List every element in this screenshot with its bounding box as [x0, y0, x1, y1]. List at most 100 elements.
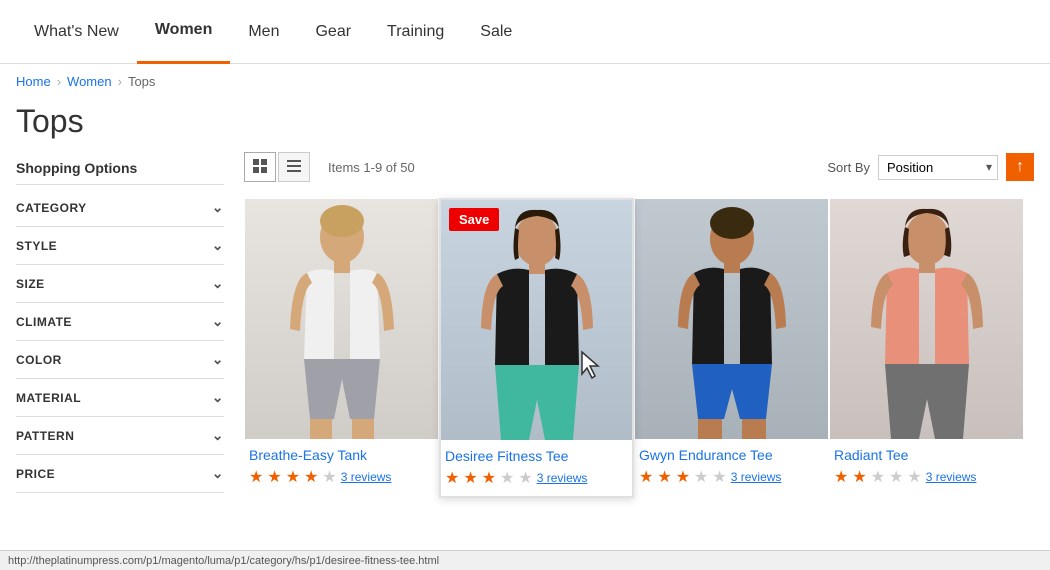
filter-style-label: STYLE	[16, 239, 57, 253]
filter-climate: CLIMATE ⌄	[16, 303, 224, 341]
filter-size-header[interactable]: SIZE ⌄	[16, 265, 224, 302]
stars-1: ★ ★ ★ ★ ★ 3 reviews	[249, 467, 434, 487]
product-info-4: Radiant Tee ★ ★ ★ ★ ★ 3 reviews	[830, 439, 1023, 495]
product-grid: Breathe-Easy Tank ★ ★ ★ ★ ★ 3 reviews Sa…	[244, 198, 1034, 498]
reviews-link-4[interactable]: 3 reviews	[926, 470, 977, 484]
filter-material-label: MATERIAL	[16, 391, 81, 405]
nav-gear[interactable]: Gear	[297, 0, 369, 64]
nav-sale[interactable]: Sale	[462, 0, 530, 64]
filter-price-header[interactable]: PRICE ⌄	[16, 455, 224, 492]
star-3: ★	[871, 467, 885, 487]
items-count: Items 1-9 of 50	[320, 160, 817, 175]
stars-2: ★ ★ ★ ★ ★ 3 reviews	[445, 468, 628, 488]
filter-price-label: PRICE	[16, 467, 55, 481]
filter-size-label: SIZE	[16, 277, 45, 291]
product-name-2[interactable]: Desiree Fitness Tee	[445, 448, 568, 464]
chevron-down-icon: ⌄	[212, 275, 224, 292]
sort-direction-button[interactable]: ↑	[1006, 153, 1034, 181]
filter-material: MATERIAL ⌄	[16, 379, 224, 417]
star-5: ★	[712, 467, 726, 487]
product-name-3[interactable]: Gwyn Endurance Tee	[639, 447, 773, 463]
product-image-1	[245, 199, 438, 439]
stars-4: ★ ★ ★ ★ ★ 3 reviews	[834, 467, 1019, 487]
star-2: ★	[267, 467, 281, 487]
sort-area: Sort By Position Product Name Price Rati…	[827, 153, 1034, 181]
star-5: ★	[518, 468, 532, 488]
product-card-3[interactable]: Gwyn Endurance Tee ★ ★ ★ ★ ★ 3 reviews	[634, 198, 829, 498]
star-2: ★	[463, 468, 477, 488]
filter-price: PRICE ⌄	[16, 455, 224, 493]
star-1: ★	[445, 468, 459, 488]
reviews-link-3[interactable]: 3 reviews	[731, 470, 782, 484]
chevron-down-icon: ⌄	[212, 427, 224, 444]
star-5: ★	[322, 467, 336, 487]
reviews-link-2[interactable]: 3 reviews	[537, 471, 588, 485]
product-name-1[interactable]: Breathe-Easy Tank	[249, 447, 367, 463]
product-image-2: Save	[441, 200, 632, 440]
filter-category: CATEGORY ⌄	[16, 189, 224, 227]
nav-training[interactable]: Training	[369, 0, 462, 64]
sidebar-title: Shopping Options	[16, 152, 224, 185]
list-view-button[interactable]	[278, 152, 310, 182]
breadcrumb-women[interactable]: Women	[67, 74, 112, 89]
product-info-2: Desiree Fitness Tee ★ ★ ★ ★ ★ 3 reviews	[441, 440, 632, 496]
product-image-4	[830, 199, 1023, 439]
grid-icon	[252, 158, 268, 177]
content-area: Items 1-9 of 50 Sort By Position Product…	[244, 152, 1034, 498]
main-layout: Shopping Options CATEGORY ⌄ STYLE ⌄ SIZE…	[0, 152, 1050, 498]
chevron-down-icon: ⌄	[212, 351, 224, 368]
chevron-down-icon: ⌄	[212, 199, 224, 216]
star-3: ★	[482, 468, 496, 488]
nav-women[interactable]: Women	[137, 0, 230, 64]
reviews-link-1[interactable]: 3 reviews	[341, 470, 392, 484]
chevron-down-icon: ⌄	[212, 389, 224, 406]
breadcrumb-home[interactable]: Home	[16, 74, 51, 89]
filter-climate-label: CLIMATE	[16, 315, 72, 329]
grid-view-button[interactable]	[244, 152, 276, 182]
star-2: ★	[657, 467, 671, 487]
star-3: ★	[286, 467, 300, 487]
product-card-2[interactable]: Save	[439, 198, 634, 498]
top-navigation: What's New Women Men Gear Training Sale	[0, 0, 1050, 64]
chevron-down-icon: ⌄	[212, 237, 224, 254]
chevron-down-icon: ⌄	[212, 313, 224, 330]
star-4: ★	[500, 468, 514, 488]
breadcrumb-sep-1: ›	[57, 74, 61, 89]
star-4: ★	[889, 467, 903, 487]
filter-color-header[interactable]: COLOR ⌄	[16, 341, 224, 378]
star-2: ★	[852, 467, 866, 487]
sidebar: Shopping Options CATEGORY ⌄ STYLE ⌄ SIZE…	[16, 152, 224, 498]
filter-size: SIZE ⌄	[16, 265, 224, 303]
product-card-4[interactable]: Radiant Tee ★ ★ ★ ★ ★ 3 reviews	[829, 198, 1024, 498]
page-title: Tops	[0, 99, 1050, 152]
sort-select[interactable]: Position Product Name Price Rating	[878, 155, 998, 180]
nav-whats-new[interactable]: What's New	[16, 0, 137, 64]
star-4: ★	[694, 467, 708, 487]
view-toggle	[244, 152, 310, 182]
star-1: ★	[834, 467, 848, 487]
filter-pattern-header[interactable]: PATTERN ⌄	[16, 417, 224, 454]
product-name-4[interactable]: Radiant Tee	[834, 447, 908, 463]
star-1: ★	[639, 467, 653, 487]
filter-category-label: CATEGORY	[16, 201, 87, 215]
breadcrumb-sep-2: ›	[118, 74, 122, 89]
filter-material-header[interactable]: MATERIAL ⌄	[16, 379, 224, 416]
save-button[interactable]: Save	[449, 208, 499, 231]
product-info-3: Gwyn Endurance Tee ★ ★ ★ ★ ★ 3 reviews	[635, 439, 828, 495]
list-icon	[286, 158, 302, 177]
filter-category-header[interactable]: CATEGORY ⌄	[16, 189, 224, 226]
star-1: ★	[249, 467, 263, 487]
filter-style-header[interactable]: STYLE ⌄	[16, 227, 224, 264]
product-card-1[interactable]: Breathe-Easy Tank ★ ★ ★ ★ ★ 3 reviews	[244, 198, 439, 498]
filter-pattern: PATTERN ⌄	[16, 417, 224, 455]
sort-up-icon: ↑	[1016, 158, 1024, 176]
status-bar-url: http://theplatinumpress.com/p1/magento/l…	[8, 555, 439, 567]
chevron-down-icon: ⌄	[212, 465, 224, 482]
filter-climate-header[interactable]: CLIMATE ⌄	[16, 303, 224, 340]
filter-color: COLOR ⌄	[16, 341, 224, 379]
breadcrumb-current: Tops	[128, 74, 155, 89]
star-4: ★	[304, 467, 318, 487]
filter-style: STYLE ⌄	[16, 227, 224, 265]
nav-men[interactable]: Men	[230, 0, 297, 64]
filter-color-label: COLOR	[16, 353, 62, 367]
